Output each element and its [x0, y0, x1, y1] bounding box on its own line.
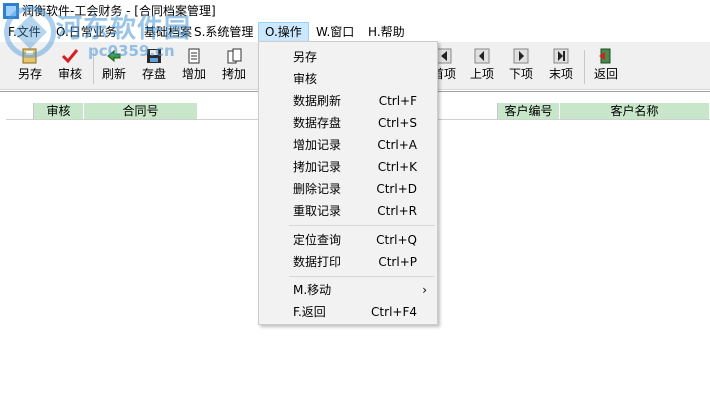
last-icon: [553, 48, 569, 64]
prev-record-label: 上项: [469, 67, 494, 81]
return-button[interactable]: 返回: [588, 48, 624, 88]
add-record-icon: [188, 48, 200, 64]
menu-window[interactable]: W.窗口: [310, 22, 360, 42]
return-label: 返回: [593, 67, 618, 81]
menu-item-delete-record[interactable]: 删除记录 Ctrl+D: [259, 178, 437, 200]
column-header-customer-code[interactable]: 客户编号: [498, 103, 560, 119]
copy-add-label: 拷加: [221, 67, 246, 81]
add-record-label: 增加: [181, 67, 206, 81]
last-record-label: 末项: [548, 67, 573, 81]
refresh-icon: [107, 49, 121, 63]
next-icon: [513, 48, 529, 64]
menu-item-save-as[interactable]: 另存: [259, 46, 437, 68]
row-indicator-header: [6, 103, 34, 119]
menu-daily-business[interactable]: O.日常业务: [50, 22, 123, 42]
check-icon: [61, 49, 79, 64]
operation-dropdown-menu: 另存 审核 数据刷新 Ctrl+F 数据存盘 Ctrl+S 增加记录 Ctrl+…: [258, 41, 438, 325]
prev-record-button[interactable]: 上项: [464, 48, 500, 88]
prev-icon: [474, 48, 490, 64]
menu-item-data-refresh[interactable]: 数据刷新 Ctrl+F: [259, 90, 437, 112]
next-record-button[interactable]: 下项: [503, 48, 539, 88]
window-title: 润衡软件-工会财务 - [合同档案管理]: [22, 4, 216, 18]
audit-button[interactable]: 审核: [52, 48, 88, 88]
column-header-contract-no[interactable]: 合同号: [84, 103, 198, 119]
menu-item-locate-query[interactable]: 定位查询 Ctrl+Q: [259, 229, 437, 251]
last-record-button[interactable]: 末项: [543, 48, 579, 88]
menu-operation[interactable]: O.操作: [258, 22, 309, 42]
menu-item-audit[interactable]: 审核: [259, 68, 437, 90]
audit-label: 审核: [57, 67, 82, 81]
app-icon: [3, 3, 19, 19]
menu-item-copy-add-record[interactable]: 拷加记录 Ctrl+K: [259, 156, 437, 178]
menu-item-data-print[interactable]: 数据打印 Ctrl+P: [259, 251, 437, 273]
menu-separator: [289, 276, 435, 277]
menu-system-management[interactable]: S.系统管理: [188, 22, 259, 42]
column-header-customer-name[interactable]: 客户名称: [560, 103, 710, 119]
return-icon: [599, 48, 611, 64]
menu-item-reload-record[interactable]: 重取记录 Ctrl+R: [259, 200, 437, 222]
submenu-arrow-icon: ›: [422, 283, 427, 297]
menu-item-add-record[interactable]: 增加记录 Ctrl+A: [259, 134, 437, 156]
menu-item-move[interactable]: M.移动 ›: [259, 279, 437, 301]
menu-item-data-save[interactable]: 数据存盘 Ctrl+S: [259, 112, 437, 134]
menu-file[interactable]: F.文件: [2, 22, 47, 42]
next-record-label: 下项: [508, 67, 533, 81]
menu-separator: [289, 225, 435, 226]
column-header-audit[interactable]: 审核: [34, 103, 84, 119]
add-record-button[interactable]: 增加: [176, 48, 212, 88]
save-as-label: 另存: [17, 67, 42, 81]
save-disk-button[interactable]: 存盘: [136, 48, 172, 88]
refresh-button[interactable]: 刷新: [96, 48, 132, 88]
toolbar-separator: [93, 50, 94, 84]
disk-icon: [147, 49, 161, 63]
menu-bar: F.文件 O.日常业务 基础档案 S.系统管理 O.操作 W.窗口 H.帮助: [0, 22, 710, 42]
menu-item-return[interactable]: F.返回 Ctrl+F4: [259, 301, 437, 323]
refresh-label: 刷新: [101, 67, 126, 81]
copy-add-icon: [227, 48, 242, 64]
title-bar: 润衡软件-工会财务 - [合同档案管理]: [0, 0, 710, 22]
save-as-button[interactable]: 另存: [12, 48, 48, 88]
save-as-icon: [22, 48, 37, 64]
toolbar-separator: [584, 50, 585, 84]
menu-help[interactable]: H.帮助: [362, 22, 411, 42]
save-disk-label: 存盘: [141, 67, 166, 81]
copy-add-button[interactable]: 拷加: [216, 48, 252, 88]
